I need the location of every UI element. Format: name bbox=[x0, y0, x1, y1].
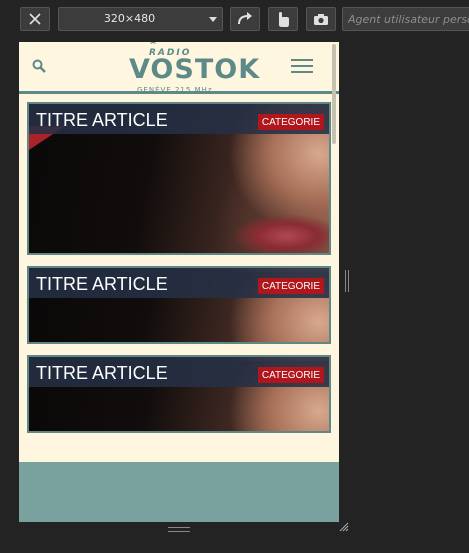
article-card[interactable]: TITRE ARTICLE CATEGORIE bbox=[27, 102, 331, 255]
device-toolbar: 320×480 bbox=[0, 0, 469, 38]
touch-icon bbox=[279, 12, 289, 27]
screenshot-icon bbox=[314, 13, 328, 25]
logo-main-text: VOSTOK bbox=[129, 54, 261, 85]
article-title: TITRE ARTICLE bbox=[36, 274, 168, 294]
device-viewport: RADIO VOSTOK GENÈVE 215 MHz TITRE ARTICL… bbox=[19, 42, 339, 522]
search-icon[interactable] bbox=[32, 59, 46, 73]
article-title-bar: TITRE ARTICLE CATEGORIE bbox=[29, 357, 329, 387]
category-badge[interactable]: CATEGORIE bbox=[257, 367, 324, 383]
user-agent-input[interactable] bbox=[342, 7, 469, 31]
device-size-select[interactable]: 320×480 bbox=[58, 7, 223, 31]
hamburger-menu-icon[interactable] bbox=[291, 59, 315, 75]
article-card[interactable]: TITRE ARTICLE CATEGORIE bbox=[27, 266, 331, 344]
site-footer bbox=[19, 462, 339, 522]
resize-corner-icon[interactable] bbox=[339, 522, 349, 532]
site-header: RADIO VOSTOK GENÈVE 215 MHz bbox=[19, 42, 339, 94]
device-size-value: 320×480 bbox=[103, 12, 156, 25]
rotate-button[interactable] bbox=[230, 7, 260, 31]
article-title-bar: TITRE ARTICLE CATEGORIE bbox=[29, 268, 329, 298]
article-card[interactable]: TITRE ARTICLE CATEGORIE bbox=[27, 355, 331, 433]
close-icon bbox=[29, 13, 41, 25]
category-badge[interactable]: CATEGORIE bbox=[257, 114, 324, 130]
site-logo[interactable]: RADIO VOSTOK GENÈVE 215 MHz bbox=[127, 42, 259, 94]
category-badge[interactable]: CATEGORIE bbox=[257, 278, 324, 294]
page-scrollbar[interactable] bbox=[332, 44, 336, 144]
article-title: TITRE ARTICLE bbox=[36, 363, 168, 383]
logo-subtitle: GENÈVE 215 MHz bbox=[137, 86, 213, 94]
rotate-icon bbox=[238, 12, 252, 25]
screenshot-button[interactable] bbox=[306, 7, 336, 31]
resize-handle-bottom[interactable] bbox=[168, 527, 190, 532]
chevron-down-icon bbox=[209, 17, 217, 22]
close-device-mode-button[interactable] bbox=[20, 7, 50, 31]
article-title-bar: TITRE ARTICLE CATEGORIE bbox=[29, 104, 329, 134]
touch-emulation-button[interactable] bbox=[268, 7, 298, 31]
article-title: TITRE ARTICLE bbox=[36, 110, 168, 130]
resize-handle-right[interactable] bbox=[345, 270, 349, 292]
